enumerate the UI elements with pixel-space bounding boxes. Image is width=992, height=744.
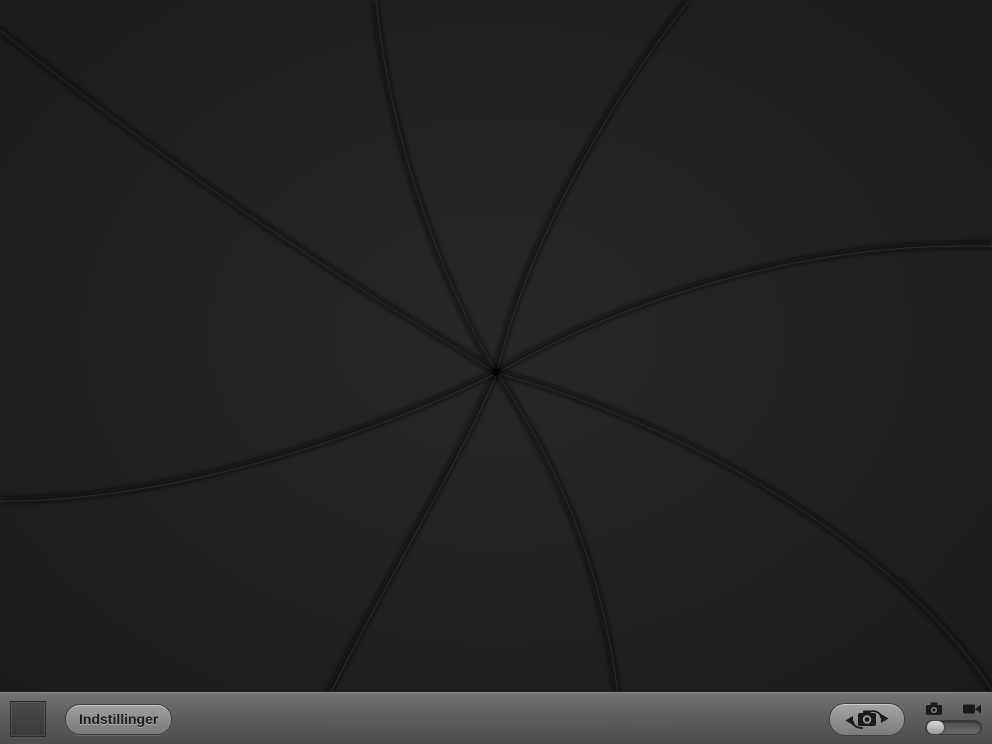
camera-flip-icon	[845, 710, 889, 729]
mode-switch-knob[interactable]	[926, 720, 945, 735]
photo-video-mode-switch[interactable]	[925, 720, 982, 735]
shutter-viewfinder	[0, 0, 992, 744]
shutter-center-point	[492, 368, 500, 376]
camera-roll-thumbnail[interactable]	[10, 701, 46, 737]
settings-button[interactable]: Indstillinger	[65, 704, 173, 735]
video-camera-icon	[963, 704, 981, 714]
camera-toolbar: Indstillinger	[0, 692, 992, 744]
camera-icon	[926, 702, 942, 715]
flip-camera-button[interactable]	[829, 703, 905, 736]
